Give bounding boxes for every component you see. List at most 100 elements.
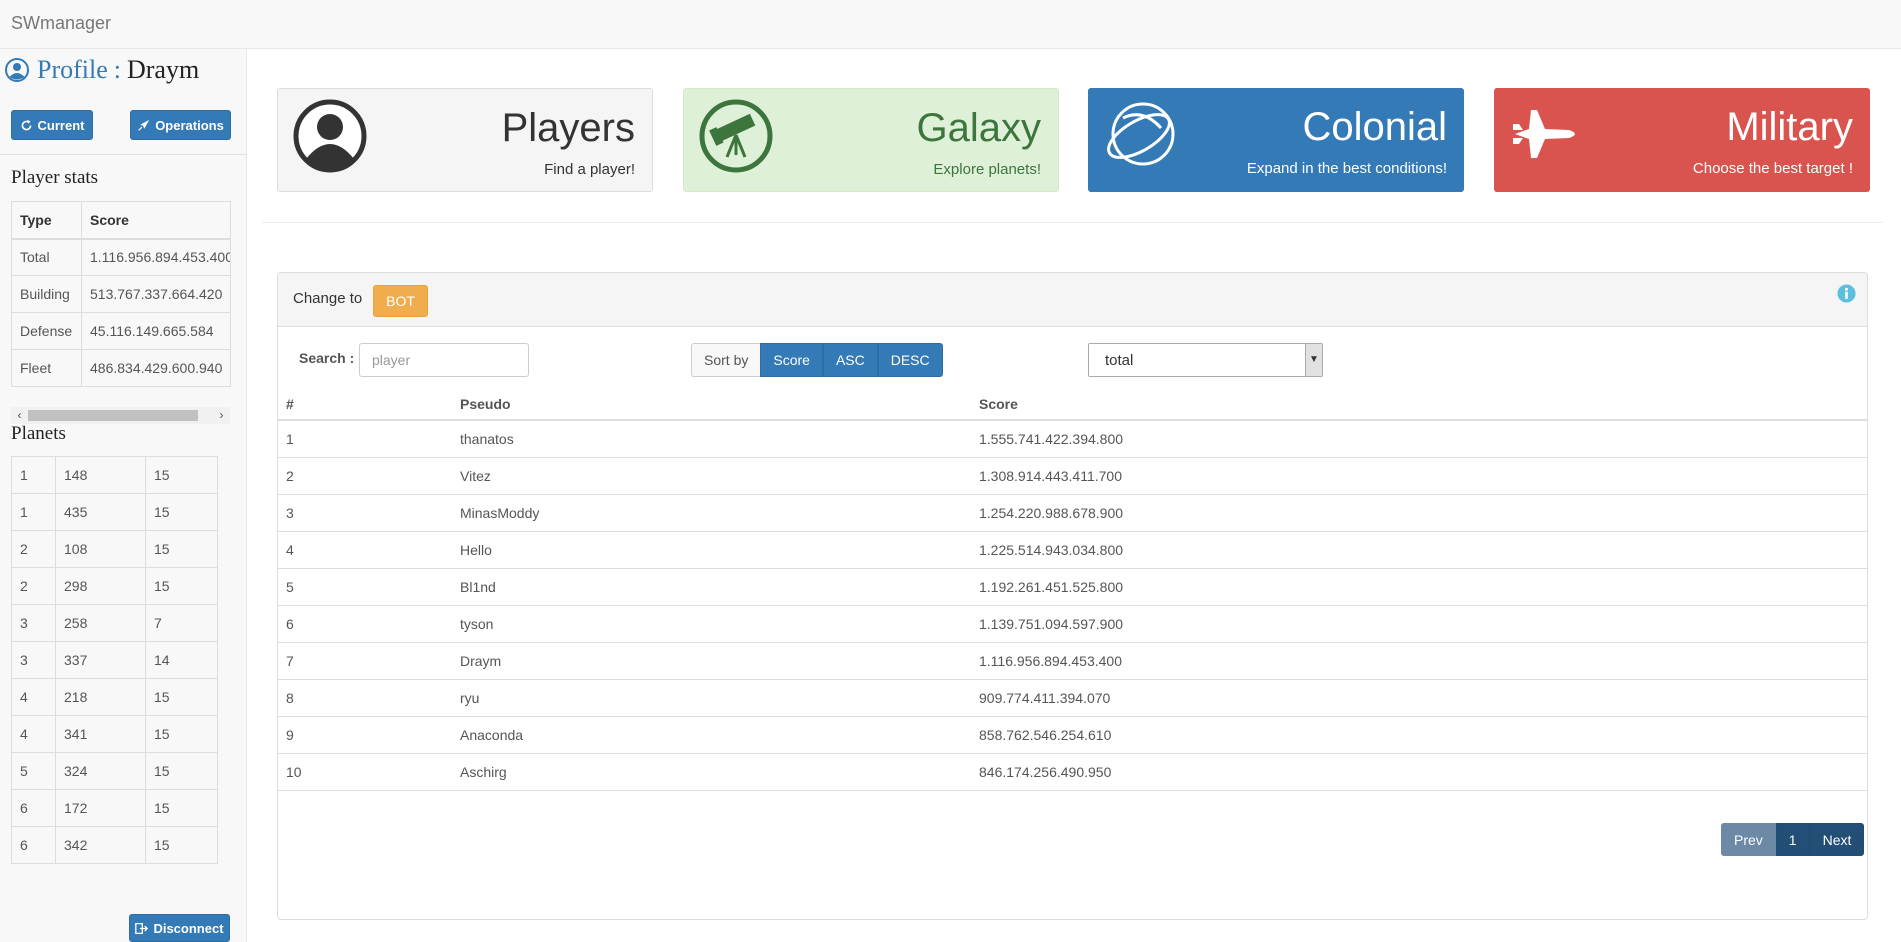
change-to-label: Change to <box>293 290 363 307</box>
table-row[interactable]: 8 ryu 909.774.411.394.070 <box>278 678 1867 716</box>
column-header-pseudo[interactable]: Pseudo <box>452 389 971 421</box>
scroll-left-arrow-icon[interactable]: ‹ <box>11 407 28 424</box>
planet-galaxy-cell: 4 <box>11 678 56 716</box>
players-tile[interactable]: Players Find a player! <box>277 88 653 192</box>
table-row[interactable]: 1 thanatos 1.555.741.422.394.800 <box>278 419 1867 457</box>
planet-position-cell: 15 <box>145 678 218 716</box>
planet-galaxy-cell: 3 <box>11 604 56 642</box>
planet-system-cell: 148 <box>55 456 146 494</box>
stats-header-score: Score <box>81 201 231 240</box>
row-rank-cell: 10 <box>278 752 452 791</box>
profile-separator: : <box>113 55 121 84</box>
operations-button-label: Operations <box>155 117 224 133</box>
info-icon[interactable] <box>1837 284 1856 303</box>
disconnect-button-label: Disconnect <box>153 920 224 936</box>
planet-row: 1 148 15 <box>11 456 218 494</box>
planet-galaxy-cell: 6 <box>11 826 56 864</box>
search-input[interactable] <box>359 343 529 377</box>
planet-row: 2 108 15 <box>11 530 218 568</box>
row-score-cell: 1.139.751.094.597.900 <box>971 604 1867 642</box>
stats-score-cell: 1.116.956.894.453.400 <box>81 238 231 276</box>
tile-subtitle: Expand in the best conditions! <box>1246 160 1447 177</box>
row-score-cell: 909.774.411.394.070 <box>971 678 1867 716</box>
military-tile[interactable]: Military Choose the best target ! <box>1494 88 1870 192</box>
column-header-score[interactable]: Score <box>971 389 1867 421</box>
stats-horizontal-scrollbar[interactable]: ‹ › <box>11 407 230 424</box>
planets-title: Planets <box>11 423 66 444</box>
sort-by-label: Sort by <box>691 343 761 377</box>
galaxy-tile[interactable]: Galaxy Explore planets! <box>683 88 1059 192</box>
tile-subtitle: Explore planets! <box>933 161 1041 178</box>
planet-position-cell: 14 <box>145 641 218 679</box>
planet-galaxy-cell: 5 <box>11 752 56 790</box>
sort-score-button[interactable]: Score <box>760 343 823 377</box>
stats-row: Building 513.767.337.664.420 <box>11 275 231 313</box>
planet-position-cell: 15 <box>145 715 218 753</box>
current-button[interactable]: Current <box>11 110 93 140</box>
user-icon <box>293 99 367 173</box>
scroll-right-arrow-icon[interactable]: › <box>213 407 230 424</box>
stats-type-cell: Total <box>11 238 82 276</box>
scrollbar-thumb[interactable] <box>28 410 198 421</box>
row-rank-cell: 6 <box>278 604 452 642</box>
chevron-down-icon[interactable]: ▼ <box>1305 344 1322 376</box>
content-divider <box>262 222 1883 223</box>
planet-row: 6 172 15 <box>11 789 218 827</box>
profile-name: Draym <box>127 55 200 84</box>
next-page-button[interactable]: Next <box>1809 823 1865 856</box>
ranking-panel: Change to BOT Search : Sort by Score ASC… <box>277 272 1868 920</box>
disconnect-button[interactable]: Disconnect <box>129 914 230 942</box>
table-row[interactable]: 5 Bl1nd 1.192.261.451.525.800 <box>278 567 1867 605</box>
planet-row: 5 324 15 <box>11 752 218 790</box>
planet-position-cell: 15 <box>145 789 218 827</box>
ranking-table: # Pseudo Score 1 thanatos 1.555.741.422.39… <box>278 389 1867 791</box>
telescope-icon <box>699 99 773 173</box>
row-score-cell: 1.254.220.988.678.900 <box>971 493 1867 531</box>
planet-galaxy-cell: 2 <box>11 567 56 605</box>
planet-row: 3 258 7 <box>11 604 218 642</box>
row-pseudo-cell: Vitez <box>452 456 971 494</box>
stats-type-cell: Building <box>11 275 82 313</box>
planet-position-cell: 15 <box>145 456 218 494</box>
planet-galaxy-cell: 6 <box>11 789 56 827</box>
page-1-button[interactable]: 1 <box>1775 823 1810 856</box>
table-row[interactable]: 4 Hello 1.225.514.943.034.800 <box>278 530 1867 568</box>
row-pseudo-cell: ryu <box>452 678 971 716</box>
planet-row: 1 435 15 <box>11 493 218 531</box>
table-row[interactable]: 10 Aschirg 846.174.256.490.950 <box>278 752 1867 791</box>
bot-button[interactable]: BOT <box>373 285 428 317</box>
sort-desc-button[interactable]: DESC <box>877 343 943 377</box>
row-pseudo-cell: Draym <box>452 641 971 679</box>
rocket-icon <box>138 119 150 131</box>
planet-position-cell: 7 <box>145 604 218 642</box>
profile-heading: Profile : Draym <box>5 55 199 85</box>
planet-position-cell: 15 <box>145 752 218 790</box>
prev-page-button[interactable]: Prev <box>1721 823 1776 856</box>
row-score-cell: 1.308.914.443.411.700 <box>971 456 1867 494</box>
planet-system-cell: 341 <box>55 715 146 753</box>
row-score-cell: 1.192.261.451.525.800 <box>971 567 1867 605</box>
colonial-tile[interactable]: Colonial Expand in the best conditions! <box>1088 88 1464 192</box>
app-brand[interactable]: SWmanager <box>11 13 111 34</box>
column-header-rank[interactable]: # <box>278 389 452 421</box>
tile-title: Galaxy <box>916 106 1042 150</box>
row-score-cell: 1.116.956.894.453.400 <box>971 641 1867 679</box>
table-row[interactable]: 7 Draym 1.116.956.894.453.400 <box>278 641 1867 679</box>
sort-asc-button[interactable]: ASC <box>822 343 878 377</box>
planet-galaxy-cell: 1 <box>11 493 56 531</box>
player-stats-table: Type Score Total 1.116.956.894.453.400 B… <box>11 201 231 387</box>
table-row[interactable]: 3 MinasModdy 1.254.220.988.678.900 <box>278 493 1867 531</box>
table-row[interactable]: 9 Anaconda 858.762.546.254.610 <box>278 715 1867 753</box>
row-rank-cell: 3 <box>278 493 452 531</box>
planet-galaxy-cell: 3 <box>11 641 56 679</box>
operations-button[interactable]: Operations <box>130 110 231 140</box>
row-pseudo-cell: MinasModdy <box>452 493 971 531</box>
tile-title: Players <box>501 106 635 150</box>
current-button-label: Current <box>37 117 85 133</box>
table-row[interactable]: 2 Vitez 1.308.914.443.411.700 <box>278 456 1867 494</box>
score-type-select[interactable]: total ▼ <box>1088 343 1323 377</box>
table-row[interactable]: 6 tyson 1.139.751.094.597.900 <box>278 604 1867 642</box>
planet-row: 2 298 15 <box>11 567 218 605</box>
row-score-cell: 846.174.256.490.950 <box>971 752 1867 791</box>
stats-type-cell: Fleet <box>11 349 82 387</box>
